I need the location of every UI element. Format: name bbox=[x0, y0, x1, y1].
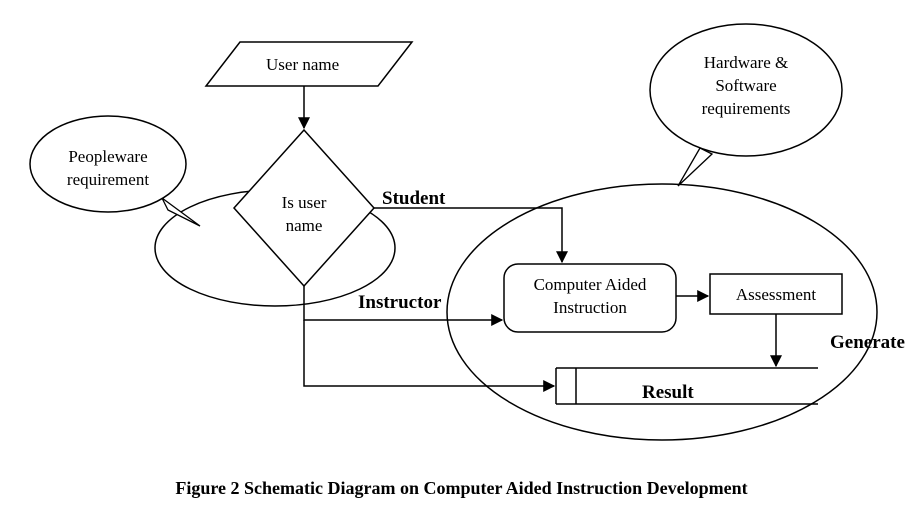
label-peopleware: Peopleware requirement bbox=[52, 146, 164, 192]
label-result: Result bbox=[642, 380, 694, 406]
label-instructor: Instructor bbox=[358, 290, 441, 316]
label-hwsoft: Hardware & Software requirements bbox=[688, 52, 804, 121]
label-decision: Is user name bbox=[268, 192, 340, 238]
diagram-canvas: User name Is user name Computer Aided In… bbox=[0, 0, 923, 522]
figure-caption: Figure 2 Schematic Diagram on Computer A… bbox=[0, 478, 923, 499]
edge-student bbox=[374, 208, 562, 262]
label-generate: Generate bbox=[830, 330, 905, 356]
label-assessment: Assessment bbox=[710, 284, 842, 307]
label-username: User name bbox=[266, 54, 339, 77]
label-cai: Computer Aided Instruction bbox=[506, 274, 674, 320]
callout-hwsoft-tail bbox=[678, 148, 712, 186]
label-student: Student bbox=[382, 186, 445, 212]
